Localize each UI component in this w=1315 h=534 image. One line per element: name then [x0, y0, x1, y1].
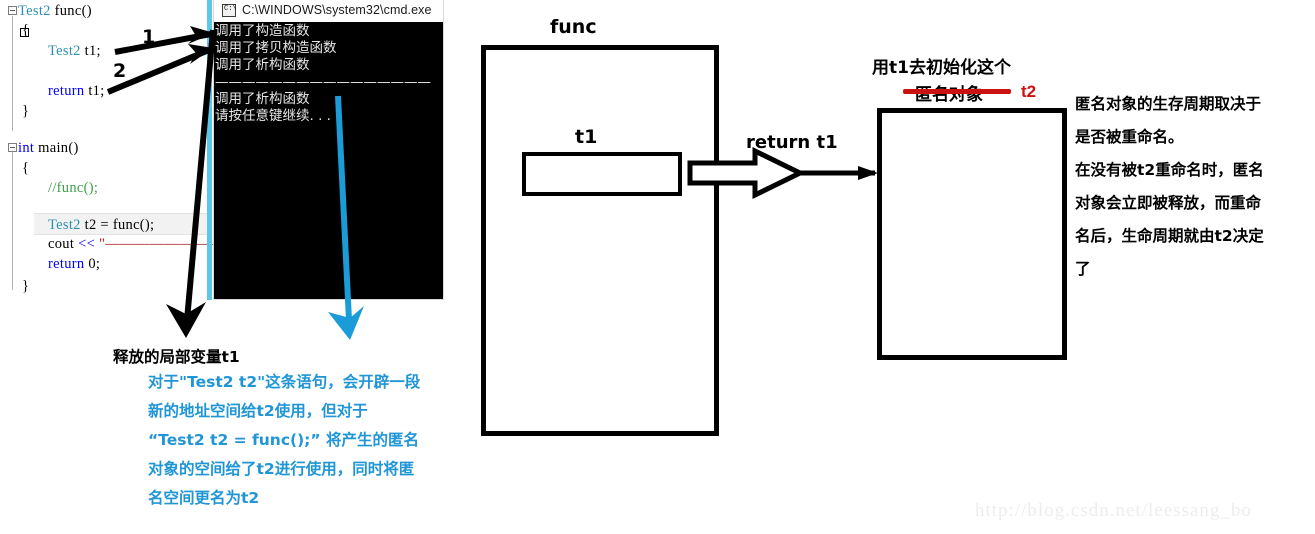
arrow-number-label: 1 [142, 26, 156, 48]
arrow-destructor-to-free-local [166, 29, 216, 338]
arrow-blue-to-note [328, 95, 364, 340]
annotation-arrows-layer [106, 26, 878, 340]
return-t1-block-arrow [687, 146, 878, 200]
arrow-number-label: 2 [113, 60, 127, 82]
